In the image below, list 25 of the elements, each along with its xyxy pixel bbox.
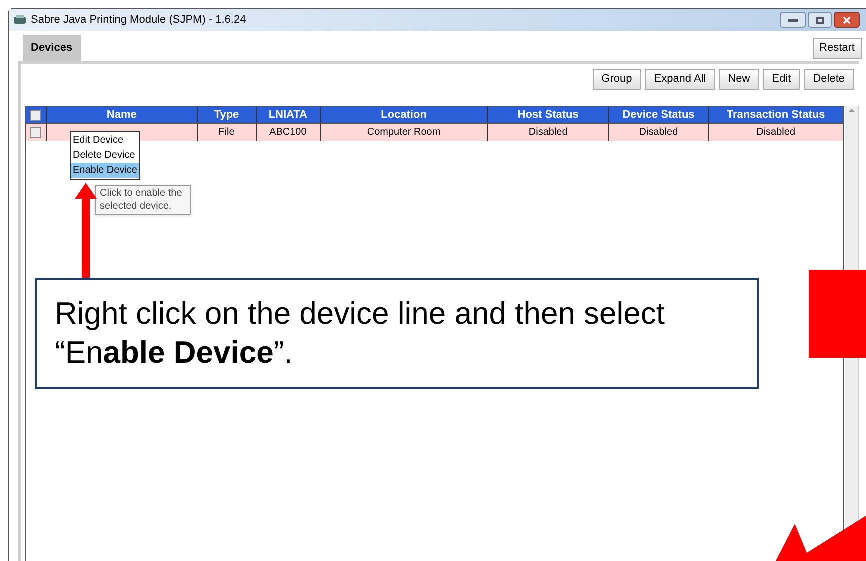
tooltip: Click to enable the selected device. <box>95 185 191 215</box>
table-cell-text: Disabled <box>639 126 678 140</box>
restart-button[interactable]: Restart <box>812 38 862 59</box>
table-cell-text: Disabled <box>528 126 568 140</box>
table-cell-text: File <box>218 126 235 140</box>
printer-icon <box>13 14 27 26</box>
table-cell-text: Disabled <box>756 126 796 140</box>
table-cell-text: Computer Room <box>367 126 441 140</box>
callout-text: Right click on the device line and then select “Enable Device”. <box>55 295 666 372</box>
close-icon <box>843 16 851 24</box>
toolbar-button[interactable]: Delete <box>804 69 854 90</box>
menu-item[interactable]: Enable Device <box>71 163 140 178</box>
toolbar-button[interactable]: New <box>719 69 760 90</box>
toolbar-button[interactable]: Expand All <box>645 69 716 90</box>
checkbox[interactable] <box>30 127 42 138</box>
checkbox[interactable] <box>30 110 42 120</box>
column-header[interactable]: Transaction Status <box>709 107 843 123</box>
toolbar-button[interactable]: Edit <box>763 69 800 90</box>
maximize-button[interactable] <box>808 12 832 28</box>
table-cell-text: ABC100 <box>270 126 307 140</box>
tab[interactable]: Devices <box>23 35 81 61</box>
window-title: Sabre Java Printing Module (SJPM) - 1.6.24 <box>31 12 246 28</box>
close-button[interactable] <box>834 12 860 28</box>
toolbar-button[interactable]: Group <box>592 69 642 90</box>
minimize-button[interactable] <box>780 12 806 28</box>
